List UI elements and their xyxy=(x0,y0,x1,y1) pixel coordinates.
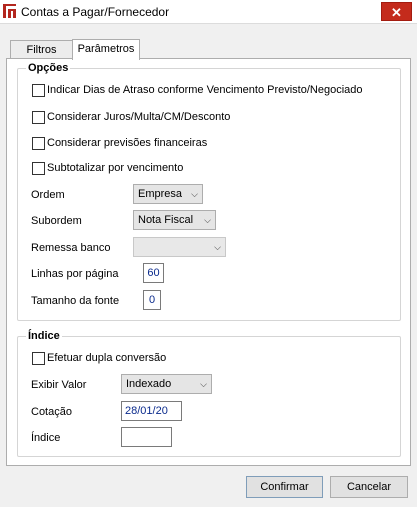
dupla-conversao-checkbox[interactable] xyxy=(32,352,45,365)
opcoes-group: Opções Indicar Dias de Atraso conforme V… xyxy=(17,62,401,321)
indice-group: Índice Efetuar dupla conversão Exibir Va… xyxy=(17,330,401,457)
linhas-input[interactable]: 60 xyxy=(143,263,164,283)
ordem-value: Empresa xyxy=(138,188,183,200)
tab-parametros[interactable]: Parâmetros xyxy=(72,39,140,60)
considerar-previsoes-label: Considerar previsões financeiras xyxy=(47,137,208,149)
confirm-button[interactable]: Confirmar xyxy=(246,476,323,498)
indice-title: Índice xyxy=(26,330,62,342)
subordem-value: Nota Fiscal xyxy=(138,214,194,226)
tab-parametros-label: Parâmetros xyxy=(77,43,135,55)
chevron-down-icon: ⌵ xyxy=(200,379,207,389)
cotacao-input[interactable]: 28/01/20 xyxy=(121,401,182,421)
tab-filtros-label: Filtros xyxy=(26,44,57,56)
considerar-juros-label: Considerar Juros/Multa/CM/Desconto xyxy=(47,111,231,123)
window-title: Contas a Pagar/Fornecedor xyxy=(21,5,170,19)
cancel-button[interactable]: Cancelar xyxy=(330,476,408,498)
dupla-conversao-label: Efetuar dupla conversão xyxy=(47,352,167,364)
close-button[interactable]: ✕ xyxy=(381,2,412,21)
subtotalizar-checkbox[interactable] xyxy=(32,162,45,175)
parametros-panel: Opções Indicar Dias de Atraso conforme V… xyxy=(6,58,411,466)
subtotalizar-label: Subtotalizar por vencimento xyxy=(47,162,184,174)
linhas-label: Linhas por página xyxy=(31,268,119,280)
cancel-label: Cancelar xyxy=(346,481,392,493)
indicar-dias-label: Indicar Dias de Atraso conforme Vencimen… xyxy=(47,84,363,96)
remessa-label: Remessa banco xyxy=(31,242,111,254)
confirm-label: Confirmar xyxy=(260,481,309,493)
chevron-down-icon: ⌵ xyxy=(204,215,211,225)
chevron-down-icon: ⌵ xyxy=(191,189,198,199)
app-logo-icon xyxy=(3,4,16,18)
indice-input[interactable] xyxy=(121,427,172,447)
ordem-label: Ordem xyxy=(31,189,65,201)
indicar-dias-checkbox[interactable] xyxy=(32,84,45,97)
exibir-valor-select[interactable]: Indexado ⌵ xyxy=(121,374,212,394)
chevron-down-icon: ⌵ xyxy=(214,242,221,252)
opcoes-title: Opções xyxy=(26,62,71,74)
considerar-previsoes-checkbox[interactable] xyxy=(32,137,45,150)
subordem-label: Subordem xyxy=(31,215,82,227)
tab-filtros[interactable]: Filtros xyxy=(10,40,73,59)
close-icon: ✕ xyxy=(391,5,402,20)
remessa-select[interactable]: ⌵ xyxy=(133,237,226,257)
indice-label: Índice xyxy=(31,432,61,444)
exibir-valor-value: Indexado xyxy=(126,378,172,390)
subordem-select[interactable]: Nota Fiscal ⌵ xyxy=(133,210,216,230)
fonte-label: Tamanho da fonte xyxy=(31,295,120,307)
exibir-valor-label: Exibir Valor xyxy=(31,379,87,391)
cotacao-label: Cotação xyxy=(31,406,72,418)
fonte-input[interactable]: 0 xyxy=(143,290,161,310)
title-bar: Contas a Pagar/Fornecedor ✕ xyxy=(0,0,417,24)
considerar-juros-checkbox[interactable] xyxy=(32,111,45,124)
ordem-select[interactable]: Empresa ⌵ xyxy=(133,184,203,204)
